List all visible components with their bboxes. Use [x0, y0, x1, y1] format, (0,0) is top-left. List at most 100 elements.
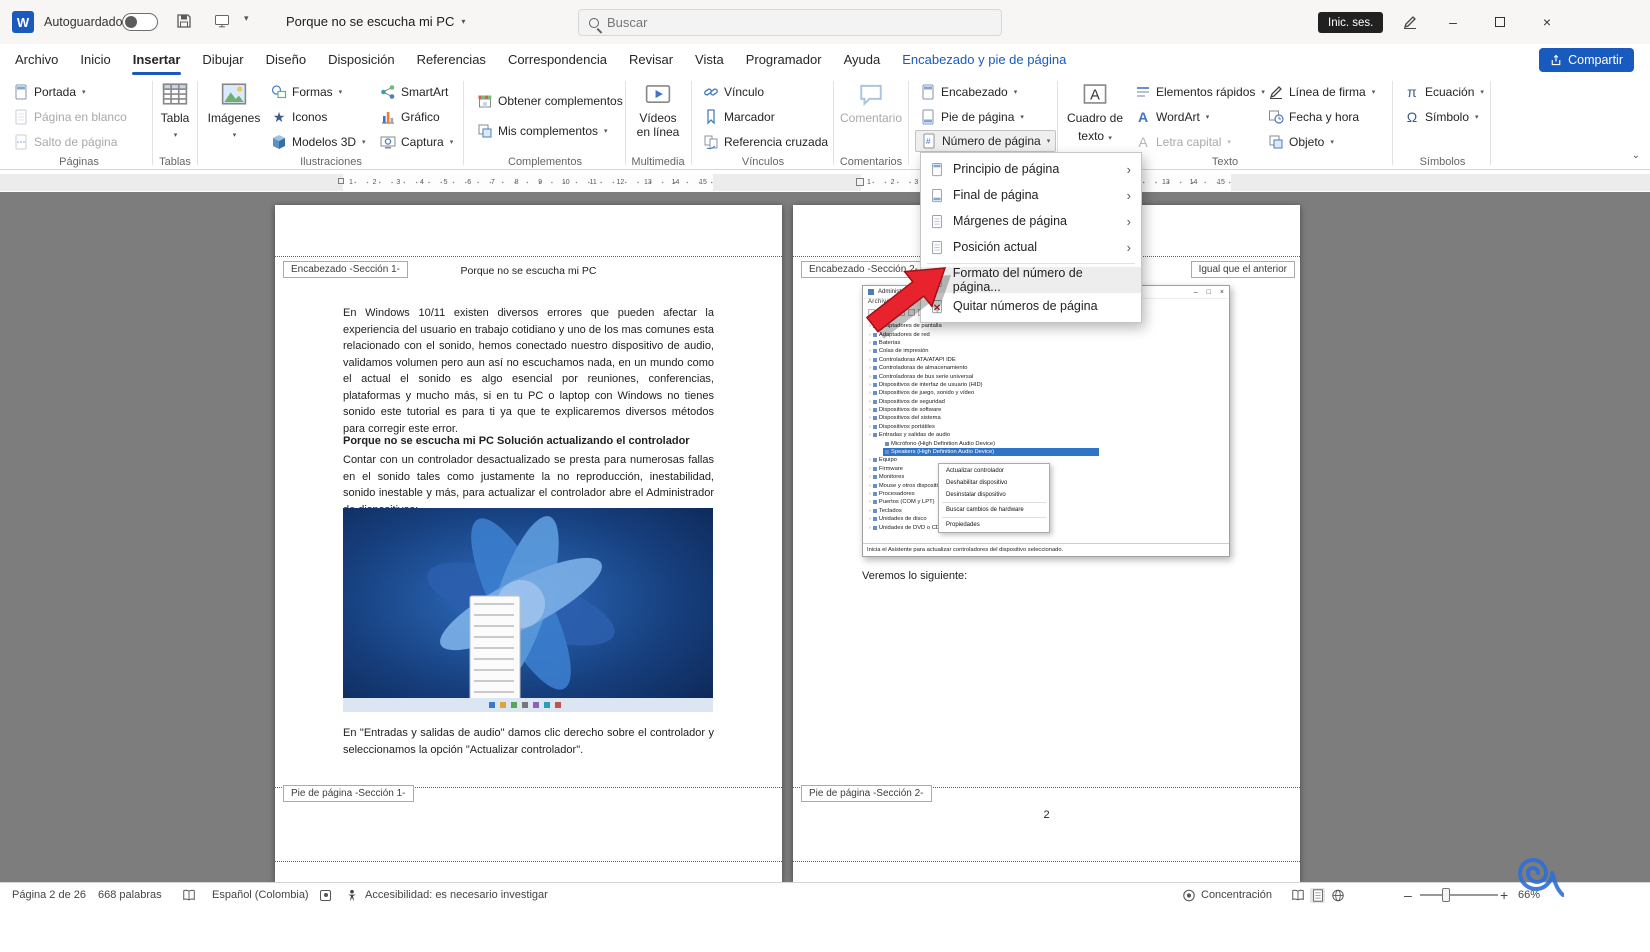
pie-de-pagina-button[interactable]: Pie de página ▾: [915, 106, 1029, 128]
chevron-down-icon: ▾: [1330, 139, 1334, 146]
videos-en-linea-button[interactable]: Vídeos en línea: [631, 81, 685, 139]
tab-dibujar[interactable]: Dibujar: [191, 44, 254, 76]
paragraph[interactable]: En "Entradas y salidas de audio" damos c…: [343, 725, 714, 758]
signin-button[interactable]: Inic. ses.: [1318, 12, 1384, 33]
search-box[interactable]: [578, 9, 1002, 36]
document-page-1[interactable]: Encabezado -Sección 1- Porque no se escu…: [275, 205, 782, 882]
maximize-button[interactable]: [1485, 10, 1515, 34]
cuadro-de-texto-button[interactable]: Cuadro de texto ▾: [1066, 81, 1124, 146]
accessibility-status[interactable]: Accesibilidad: es necesario investigar: [365, 883, 548, 907]
tab-inicio[interactable]: Inicio: [69, 44, 121, 76]
numero-de-pagina-button[interactable]: Número de página ▾: [915, 130, 1057, 152]
device-label: Monitores: [878, 474, 905, 481]
equation-icon: π: [1407, 84, 1417, 100]
ribbon: Portada ▾ Página en blanco Salto de págin…: [0, 76, 1650, 170]
grafico-button[interactable]: Gráfico: [375, 106, 445, 128]
tab-archivo[interactable]: Archivo: [4, 44, 69, 76]
linea-de-firma-button[interactable]: Línea de firma ▾: [1263, 81, 1380, 103]
horizontal-ruler[interactable]: 123456789101112131415 123456789101112131…: [0, 174, 1650, 191]
paragraph[interactable]: En Windows 10/11 existen diversos errore…: [343, 305, 714, 437]
smartart-button[interactable]: SmartArt: [375, 81, 453, 103]
tab-vista[interactable]: Vista: [684, 44, 735, 76]
shapes-icon: [271, 84, 287, 100]
chart-icon: [380, 109, 396, 125]
referencia-cruzada-button[interactable]: Referencia cruzada: [698, 131, 833, 153]
zoom-slider-track[interactable]: [1420, 894, 1498, 896]
proofing-icon[interactable]: [182, 883, 196, 907]
search-input[interactable]: [607, 15, 967, 30]
comentario-button[interactable]: Comentario: [838, 81, 904, 125]
wordart-button[interactable]: A WordArt ▾: [1130, 106, 1214, 128]
fecha-y-hora-button[interactable]: Fecha y hora: [1263, 106, 1364, 128]
menu-item-principio-de-pagina[interactable]: Principio de página ›: [921, 156, 1141, 182]
elementos-rapidos-button[interactable]: Elementos rápidos ▾: [1130, 81, 1270, 103]
document-title[interactable]: Porque no se escucha mi PC ▾: [286, 14, 465, 29]
encabezado-button[interactable]: Encabezado ▾: [915, 81, 1022, 103]
share-button[interactable]: Compartir: [1539, 48, 1634, 72]
tabla-button[interactable]: Tabla ▾: [156, 81, 194, 143]
pagina-en-blanco-button[interactable]: Página en blanco: [8, 106, 132, 128]
salto-de-pagina-button[interactable]: Salto de página: [8, 131, 122, 153]
indent-marker[interactable]: [856, 178, 864, 186]
objeto-button[interactable]: Objeto ▾: [1263, 131, 1339, 153]
modelos-3d-button[interactable]: Modelos 3D ▾: [266, 131, 371, 153]
macro-record-icon[interactable]: [320, 883, 331, 907]
menu-item-final-de-pagina[interactable]: Final de página ›: [921, 182, 1141, 208]
screen-share-icon[interactable]: [214, 13, 230, 34]
letra-capital-button[interactable]: A Letra capital ▾: [1130, 131, 1236, 153]
ecuacion-button[interactable]: π Ecuación ▾: [1399, 81, 1489, 103]
device-tree-item: Controladoras de bus serie universal: [869, 372, 1099, 380]
collapse-ribbon-icon[interactable]: ⌄: [1632, 150, 1640, 161]
tab-encabezado-pie-contextual[interactable]: Encabezado y pie de página: [891, 44, 1077, 76]
vinculo-button[interactable]: Vínculo: [698, 81, 769, 103]
indent-marker-left[interactable]: [338, 178, 344, 184]
windows-bloom-image[interactable]: [343, 508, 713, 712]
zoom-in-button[interactable]: +: [1500, 883, 1508, 907]
tab-programador[interactable]: Programador: [735, 44, 833, 76]
zoom-slider-thumb[interactable]: [1442, 888, 1450, 902]
simbolo-button[interactable]: Ω Símbolo ▾: [1399, 106, 1484, 128]
close-button[interactable]: ×: [1532, 10, 1562, 34]
print-layout-icon[interactable]: [1310, 887, 1325, 903]
pen-icon[interactable]: [1402, 14, 1418, 35]
device-icon: [872, 500, 877, 505]
tab-disposicion[interactable]: Disposición: [317, 44, 405, 76]
header-text[interactable]: Porque no se escucha mi PC: [343, 265, 714, 277]
section-heading[interactable]: Porque no se escucha mi PC Solución actu…: [343, 433, 714, 450]
formas-button[interactable]: Formas ▾: [266, 81, 347, 103]
zoom-out-button[interactable]: –: [1404, 883, 1412, 907]
tab-correspondencia[interactable]: Correspondencia: [497, 44, 618, 76]
word-count[interactable]: 668 palabras: [98, 883, 162, 907]
store-icon: [477, 93, 493, 109]
autosave-toggle[interactable]: [122, 13, 158, 31]
footer-page-number[interactable]: 2: [793, 809, 1300, 821]
imagenes-button[interactable]: Imágenes ▾: [208, 81, 260, 143]
device-tree-item: Controladoras de almacenamiento: [869, 364, 1099, 372]
group-label-vinculos: Vínculos: [741, 156, 785, 168]
marcador-button[interactable]: Marcador: [698, 106, 780, 128]
obtener-complementos-button[interactable]: Obtener complementos: [472, 90, 628, 112]
read-mode-icon[interactable]: [1290, 888, 1305, 903]
word-logo[interactable]: W: [12, 11, 34, 33]
tab-insertar[interactable]: Insertar: [122, 44, 192, 76]
tab-referencias[interactable]: Referencias: [406, 44, 497, 76]
portada-button[interactable]: Portada ▾: [8, 81, 91, 103]
minimize-button[interactable]: –: [1438, 10, 1468, 34]
tab-ayuda[interactable]: Ayuda: [833, 44, 892, 76]
chevron-down-icon: ▾: [82, 89, 86, 96]
language-indicator[interactable]: Español (Colombia): [212, 883, 309, 907]
tab-diseno[interactable]: Diseño: [255, 44, 317, 76]
page-indicator[interactable]: Página 2 de 26: [12, 883, 86, 907]
qat-chevron-icon[interactable]: ▾: [244, 13, 249, 24]
menu-item-margenes-de-pagina[interactable]: Márgenes de página ›: [921, 208, 1141, 234]
focus-mode[interactable]: Concentración: [1182, 883, 1272, 907]
mis-complementos-button[interactable]: Mis complementos ▾: [472, 120, 613, 142]
caption-text[interactable]: Veremos lo siguiente:: [862, 568, 1233, 585]
web-layout-icon[interactable]: [1330, 888, 1345, 903]
accessibility-icon[interactable]: [345, 883, 359, 907]
captura-button[interactable]: Captura ▾: [375, 131, 458, 153]
save-icon[interactable]: [176, 13, 192, 34]
iconos-button[interactable]: ★ Iconos: [266, 106, 332, 128]
tab-revisar[interactable]: Revisar: [618, 44, 684, 76]
device-label: Dispositivos del sistema: [878, 415, 941, 422]
